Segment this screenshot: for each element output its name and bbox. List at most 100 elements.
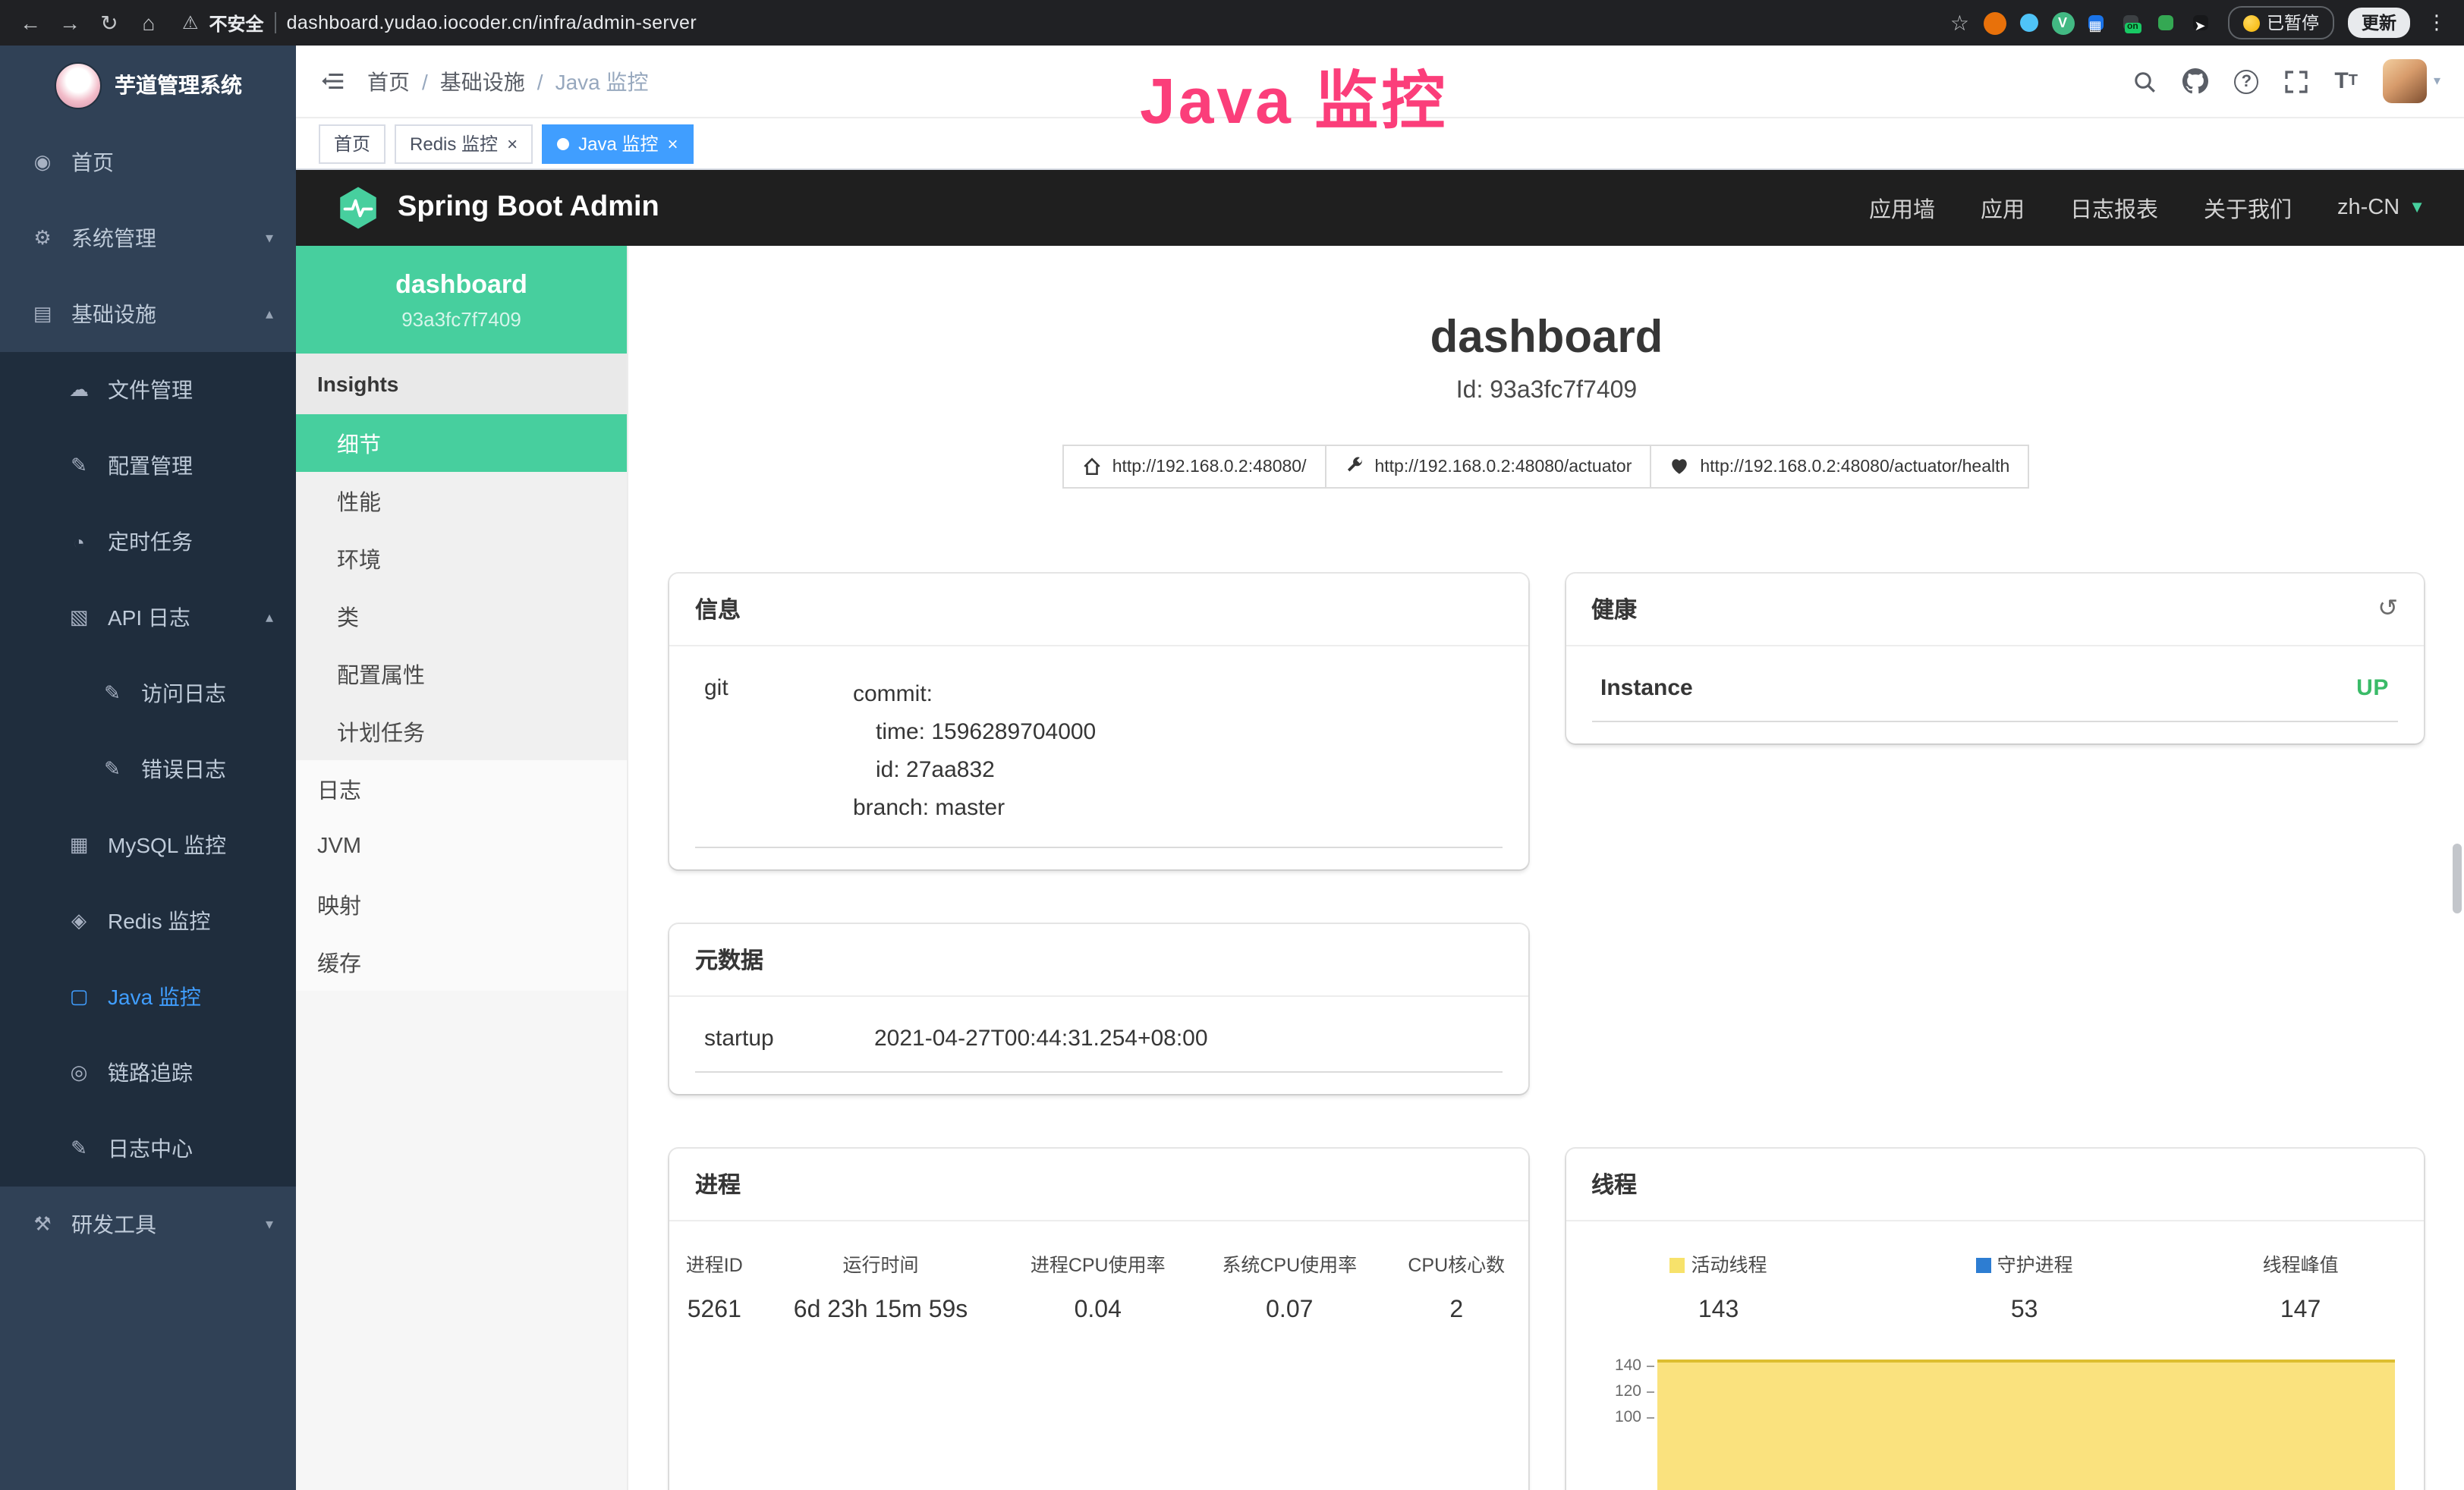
sba-header: Spring Boot Admin 应用墙 应用 日志报表 关于我们 zh-CN… [296,170,2464,246]
orange-circle-extension-icon[interactable] [1983,11,2006,34]
y-tick-label: 100 [1615,1408,1641,1426]
sidebar-item-log-center[interactable]: ✎ 日志中心 [0,1111,296,1187]
sidebar-item-label: API 日志 [108,602,190,633]
close-icon[interactable]: × [507,134,518,152]
edit-icon: ✎ [67,454,91,478]
sba-group-insights: Insights [296,354,627,414]
git-id-line: id: 27aa832 [853,751,1096,789]
caret-down-icon: ▾ [2434,73,2440,90]
sba-item-environment[interactable]: 环境 [296,530,627,587]
gear-icon: ⚙ [30,226,55,250]
sidebar-item-infrastructure[interactable]: ▤ 基础设施 ▴ [0,276,296,352]
scrollbar-thumb[interactable] [2453,844,2462,913]
log-icon: ▧ [67,605,91,630]
dark-extension-icon[interactable]: ➤ [2192,15,2208,30]
font-size-icon[interactable]: TT [2334,68,2358,94]
instance-actuator-link[interactable]: http://192.168.0.2:48080/actuator [1324,445,1651,489]
sba-brand[interactable]: Spring Boot Admin [335,185,659,231]
git-commit-line: commit: [853,675,1096,713]
sba-nav-about[interactable]: 关于我们 [2204,192,2292,224]
tag-home[interactable]: 首页 [319,124,385,163]
switch-on-extension-icon[interactable]: on [2123,15,2138,30]
logo-avatar [54,61,101,108]
sba-item-mappings[interactable]: 映射 [296,875,627,933]
tag-redis-monitor[interactable]: Redis 监控 × [395,124,533,163]
sba-item-jvm[interactable]: JVM [296,818,627,875]
sidebar-item-label: 日志中心 [108,1133,193,1164]
sba-item-config-properties[interactable]: 配置属性 [296,645,627,703]
address-bar[interactable]: ⚠ 不安全 dashboard.yudao.iocoder.cn/infra/a… [173,10,1941,36]
sidebar-toggle-icon[interactable] [320,68,346,94]
breadcrumb-home[interactable]: 首页 [367,66,410,96]
sidebar-item-label: 定时任务 [108,527,193,557]
green-extension-icon[interactable] [2157,15,2173,30]
close-icon[interactable]: × [667,134,678,152]
sba-item-logs[interactable]: 日志 [296,760,627,818]
tag-java-monitor[interactable]: Java 监控 × [542,124,693,163]
process-card: 进程 进程ID 运行时间 进程CPU使用率 系统C [669,1149,1528,1490]
update-button[interactable]: 更新 [2348,8,2410,38]
sba-nav-applications[interactable]: 应用 [1981,192,2025,224]
sidebar-item-file-management[interactable]: ☁ 文件管理 [0,352,296,428]
sba-nav: 应用墙 应用 日志报表 关于我们 zh-CN ▼ [1869,192,2425,224]
sidebar-item-java-monitor[interactable]: ▢ Java 监控 [0,959,296,1035]
forward-icon[interactable]: → [55,11,85,35]
sba-item-details[interactable]: 细节 [296,414,627,472]
screen: ← → ↻ ⌂ ⚠ 不安全 dashboard.yudao.iocoder.cn… [0,0,2464,1490]
sidebar-item-access-logs[interactable]: ✎ 访问日志 [0,655,296,731]
instance-home-link[interactable]: http://192.168.0.2:48080/ [1062,445,1326,489]
sidebar-item-home[interactable]: ◉ 首页 [0,124,296,200]
sba-nav-wallboard[interactable]: 应用墙 [1869,192,1935,224]
chevron-down-icon: ▾ [266,230,273,247]
sba-nav-journal[interactable]: 日志报表 [2070,192,2158,224]
sidebar-item-config-management[interactable]: ✎ 配置管理 [0,428,296,504]
sidebar-item-error-logs[interactable]: ✎ 错误日志 [0,731,296,807]
help-icon[interactable]: ? [2234,69,2258,93]
browser-chrome: ← → ↻ ⌂ ⚠ 不安全 dashboard.yudao.iocoder.cn… [0,0,2464,46]
sidebar-item-label: Java 监控 [108,982,201,1012]
blue-drop-extension-icon[interactable] [2019,14,2038,32]
sidebar-item-trace[interactable]: ◎ 链路追踪 [0,1035,296,1111]
status-badge: UP [2356,675,2389,701]
back-icon[interactable]: ← [15,11,46,35]
sidebar-item-mysql-monitor[interactable]: ▦ MySQL 监控 [0,807,296,883]
sba-item-caches[interactable]: 缓存 [296,933,627,991]
sidebar-item-api-logs[interactable]: ▧ API 日志 ▴ [0,580,296,655]
legend-label: 活动线程 [1691,1255,1767,1276]
big-t-glyph: T [2334,68,2348,94]
sba-locale-select[interactable]: zh-CN ▼ [2337,196,2425,220]
browser-menu-icon[interactable]: ⋮ [2424,11,2450,35]
github-icon[interactable] [2182,68,2208,94]
app-logo[interactable]: 芋道管理系统 [0,46,296,124]
instance-health-link[interactable]: http://192.168.0.2:48080/actuator/health [1650,445,2029,489]
home-icon[interactable]: ⌂ [134,11,164,35]
cloud-icon: ☁ [67,378,91,402]
table-header-cell: 系统CPU使用率 [1194,1240,1386,1287]
breadcrumb-infrastructure[interactable]: 基础设施 [440,66,525,96]
vue-devtools-extension-icon[interactable]: V [2051,11,2074,34]
history-icon[interactable]: ↺ [2377,597,2398,621]
sidebar-item-label: 文件管理 [108,375,193,405]
fullscreen-icon[interactable] [2284,69,2308,93]
sba-item-performance[interactable]: 性能 [296,472,627,530]
sidebar-item-label: 配置管理 [108,451,193,481]
blue-grid-extension-icon[interactable]: ▦ [2088,15,2103,30]
sidebar-item-redis-monitor[interactable]: ◈ Redis 监控 [0,883,296,959]
bookmark-star-icon[interactable]: ☆ [1950,10,1969,36]
sidebar-item-scheduled-tasks[interactable]: ◔ 定时任务 [0,504,296,580]
table-header-cell: 进程CPU使用率 [1002,1240,1194,1287]
sba-item-scheduled-tasks[interactable]: 计划任务 [296,703,627,760]
sidebar-item-dev-tools[interactable]: ⚒ 研发工具 ▾ [0,1187,296,1262]
heart-icon [1669,457,1689,476]
paused-badge[interactable]: 已暂停 [2227,6,2334,39]
search-icon[interactable] [2132,69,2157,93]
url-text[interactable]: dashboard.yudao.iocoder.cn/infra/admin-s… [287,12,697,33]
sba-sidebar: dashboard 93a3fc7f7409 Insights 细节 性能 环境… [296,246,628,1490]
reload-icon[interactable]: ↻ [94,10,124,36]
sidebar-item-label: 访问日志 [141,678,226,709]
edit-icon: ✎ [67,1136,91,1161]
sba-item-classes[interactable]: 类 [296,587,627,645]
sidebar-item-system-management[interactable]: ⚙ 系统管理 ▾ [0,200,296,276]
table-cell: 147 [2177,1287,2424,1331]
user-avatar[interactable]: ▾ [2384,59,2440,103]
